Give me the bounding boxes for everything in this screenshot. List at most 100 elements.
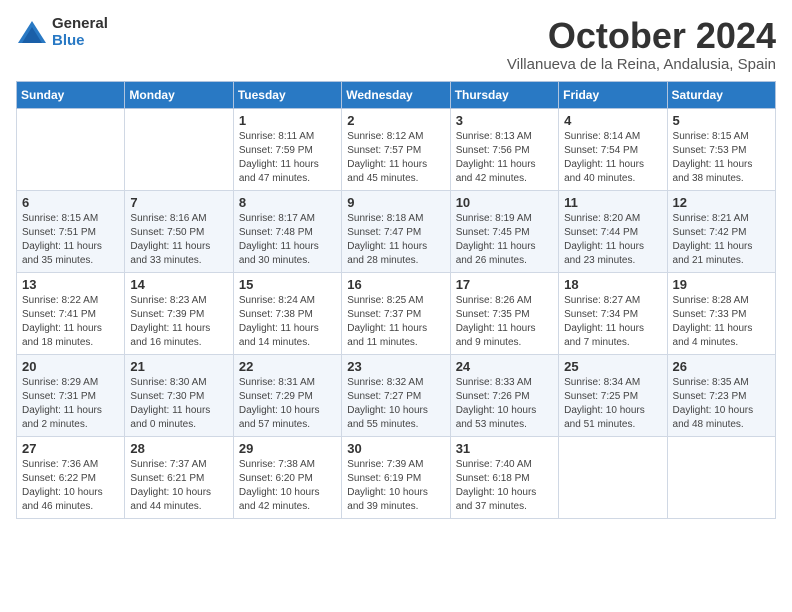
page-header: General Blue October 2024 Villanueva de … [16,16,776,73]
sunset-text: Sunset: 7:50 PM [130,227,204,238]
calendar-cell: 2 Sunrise: 8:12 AM Sunset: 7:57 PM Dayli… [342,108,450,190]
weekday-header-cell: Monday [125,81,233,108]
day-number: 2 [347,113,444,128]
daylight-text: Daylight: 10 hours and 57 minutes. [239,405,320,430]
day-info: Sunrise: 8:11 AM Sunset: 7:59 PM Dayligh… [239,130,336,186]
day-info: Sunrise: 8:17 AM Sunset: 7:48 PM Dayligh… [239,212,336,268]
sunrise-text: Sunrise: 8:17 AM [239,213,315,224]
daylight-text: Daylight: 10 hours and 42 minutes. [239,487,320,512]
calendar-cell: 18 Sunrise: 8:27 AM Sunset: 7:34 PM Dayl… [559,272,667,354]
sunset-text: Sunset: 7:37 PM [347,309,421,320]
sunset-text: Sunset: 7:44 PM [564,227,638,238]
calendar-week-row: 1 Sunrise: 8:11 AM Sunset: 7:59 PM Dayli… [17,108,776,190]
weekday-header-cell: Wednesday [342,81,450,108]
weekday-header-cell: Tuesday [233,81,341,108]
calendar-cell: 24 Sunrise: 8:33 AM Sunset: 7:26 PM Dayl… [450,354,558,436]
sunrise-text: Sunrise: 7:39 AM [347,459,423,470]
calendar-cell: 19 Sunrise: 8:28 AM Sunset: 7:33 PM Dayl… [667,272,775,354]
calendar-cell: 16 Sunrise: 8:25 AM Sunset: 7:37 PM Dayl… [342,272,450,354]
calendar-cell [17,108,125,190]
day-number: 10 [456,195,553,210]
calendar-cell: 25 Sunrise: 8:34 AM Sunset: 7:25 PM Dayl… [559,354,667,436]
calendar-week-row: 20 Sunrise: 8:29 AM Sunset: 7:31 PM Dayl… [17,354,776,436]
day-info: Sunrise: 8:18 AM Sunset: 7:47 PM Dayligh… [347,212,444,268]
title-block: October 2024 Villanueva de la Reina, And… [507,16,776,73]
day-number: 3 [456,113,553,128]
calendar-cell: 26 Sunrise: 8:35 AM Sunset: 7:23 PM Dayl… [667,354,775,436]
daylight-text: Daylight: 11 hours and 38 minutes. [673,159,753,184]
calendar-cell: 28 Sunrise: 7:37 AM Sunset: 6:21 PM Dayl… [125,436,233,518]
day-info: Sunrise: 7:37 AM Sunset: 6:21 PM Dayligh… [130,458,227,514]
day-number: 26 [673,359,770,374]
daylight-text: Daylight: 10 hours and 55 minutes. [347,405,428,430]
month-title: October 2024 [507,16,776,56]
day-info: Sunrise: 8:24 AM Sunset: 7:38 PM Dayligh… [239,294,336,350]
day-info: Sunrise: 8:15 AM Sunset: 7:51 PM Dayligh… [22,212,119,268]
calendar-cell: 8 Sunrise: 8:17 AM Sunset: 7:48 PM Dayli… [233,190,341,272]
sunrise-text: Sunrise: 7:40 AM [456,459,532,470]
daylight-text: Daylight: 11 hours and 30 minutes. [239,241,319,266]
sunset-text: Sunset: 7:57 PM [347,145,421,156]
sunrise-text: Sunrise: 7:36 AM [22,459,98,470]
calendar-cell: 17 Sunrise: 8:26 AM Sunset: 7:35 PM Dayl… [450,272,558,354]
day-number: 30 [347,441,444,456]
day-number: 14 [130,277,227,292]
day-number: 20 [22,359,119,374]
daylight-text: Daylight: 11 hours and 33 minutes. [130,241,210,266]
day-number: 24 [456,359,553,374]
sunset-text: Sunset: 7:26 PM [456,391,530,402]
daylight-text: Daylight: 11 hours and 23 minutes. [564,241,644,266]
logo: General Blue [16,16,108,49]
sunrise-text: Sunrise: 8:12 AM [347,131,423,142]
daylight-text: Daylight: 11 hours and 4 minutes. [673,323,753,348]
day-number: 22 [239,359,336,374]
day-info: Sunrise: 8:20 AM Sunset: 7:44 PM Dayligh… [564,212,661,268]
calendar-cell: 20 Sunrise: 8:29 AM Sunset: 7:31 PM Dayl… [17,354,125,436]
sunrise-text: Sunrise: 7:37 AM [130,459,206,470]
sunrise-text: Sunrise: 8:19 AM [456,213,532,224]
sunset-text: Sunset: 7:48 PM [239,227,313,238]
calendar-cell: 23 Sunrise: 8:32 AM Sunset: 7:27 PM Dayl… [342,354,450,436]
sunrise-text: Sunrise: 8:16 AM [130,213,206,224]
sunrise-text: Sunrise: 8:20 AM [564,213,640,224]
day-info: Sunrise: 7:36 AM Sunset: 6:22 PM Dayligh… [22,458,119,514]
sunrise-text: Sunrise: 7:38 AM [239,459,315,470]
calendar-week-row: 13 Sunrise: 8:22 AM Sunset: 7:41 PM Dayl… [17,272,776,354]
sunset-text: Sunset: 7:27 PM [347,391,421,402]
day-number: 31 [456,441,553,456]
daylight-text: Daylight: 11 hours and 21 minutes. [673,241,753,266]
sunset-text: Sunset: 7:23 PM [673,391,747,402]
sunrise-text: Sunrise: 8:15 AM [673,131,749,142]
sunset-text: Sunset: 7:29 PM [239,391,313,402]
day-number: 23 [347,359,444,374]
sunrise-text: Sunrise: 8:27 AM [564,295,640,306]
sunset-text: Sunset: 6:19 PM [347,473,421,484]
sunset-text: Sunset: 7:53 PM [673,145,747,156]
daylight-text: Daylight: 11 hours and 35 minutes. [22,241,102,266]
day-info: Sunrise: 8:27 AM Sunset: 7:34 PM Dayligh… [564,294,661,350]
sunset-text: Sunset: 7:39 PM [130,309,204,320]
calendar-cell: 31 Sunrise: 7:40 AM Sunset: 6:18 PM Dayl… [450,436,558,518]
day-info: Sunrise: 8:21 AM Sunset: 7:42 PM Dayligh… [673,212,770,268]
calendar-cell [667,436,775,518]
logo-blue: Blue [52,33,108,50]
sunset-text: Sunset: 7:54 PM [564,145,638,156]
daylight-text: Daylight: 10 hours and 37 minutes. [456,487,537,512]
daylight-text: Daylight: 11 hours and 18 minutes. [22,323,102,348]
logo-icon [16,19,48,47]
sunrise-text: Sunrise: 8:13 AM [456,131,532,142]
daylight-text: Daylight: 11 hours and 9 minutes. [456,323,536,348]
calendar-cell: 3 Sunrise: 8:13 AM Sunset: 7:56 PM Dayli… [450,108,558,190]
calendar-cell: 13 Sunrise: 8:22 AM Sunset: 7:41 PM Dayl… [17,272,125,354]
daylight-text: Daylight: 11 hours and 26 minutes. [456,241,536,266]
calendar-cell: 10 Sunrise: 8:19 AM Sunset: 7:45 PM Dayl… [450,190,558,272]
sunset-text: Sunset: 7:25 PM [564,391,638,402]
day-number: 19 [673,277,770,292]
day-number: 6 [22,195,119,210]
day-number: 18 [564,277,661,292]
calendar-cell: 22 Sunrise: 8:31 AM Sunset: 7:29 PM Dayl… [233,354,341,436]
sunrise-text: Sunrise: 8:34 AM [564,377,640,388]
day-number: 12 [673,195,770,210]
daylight-text: Daylight: 11 hours and 40 minutes. [564,159,644,184]
day-info: Sunrise: 8:23 AM Sunset: 7:39 PM Dayligh… [130,294,227,350]
